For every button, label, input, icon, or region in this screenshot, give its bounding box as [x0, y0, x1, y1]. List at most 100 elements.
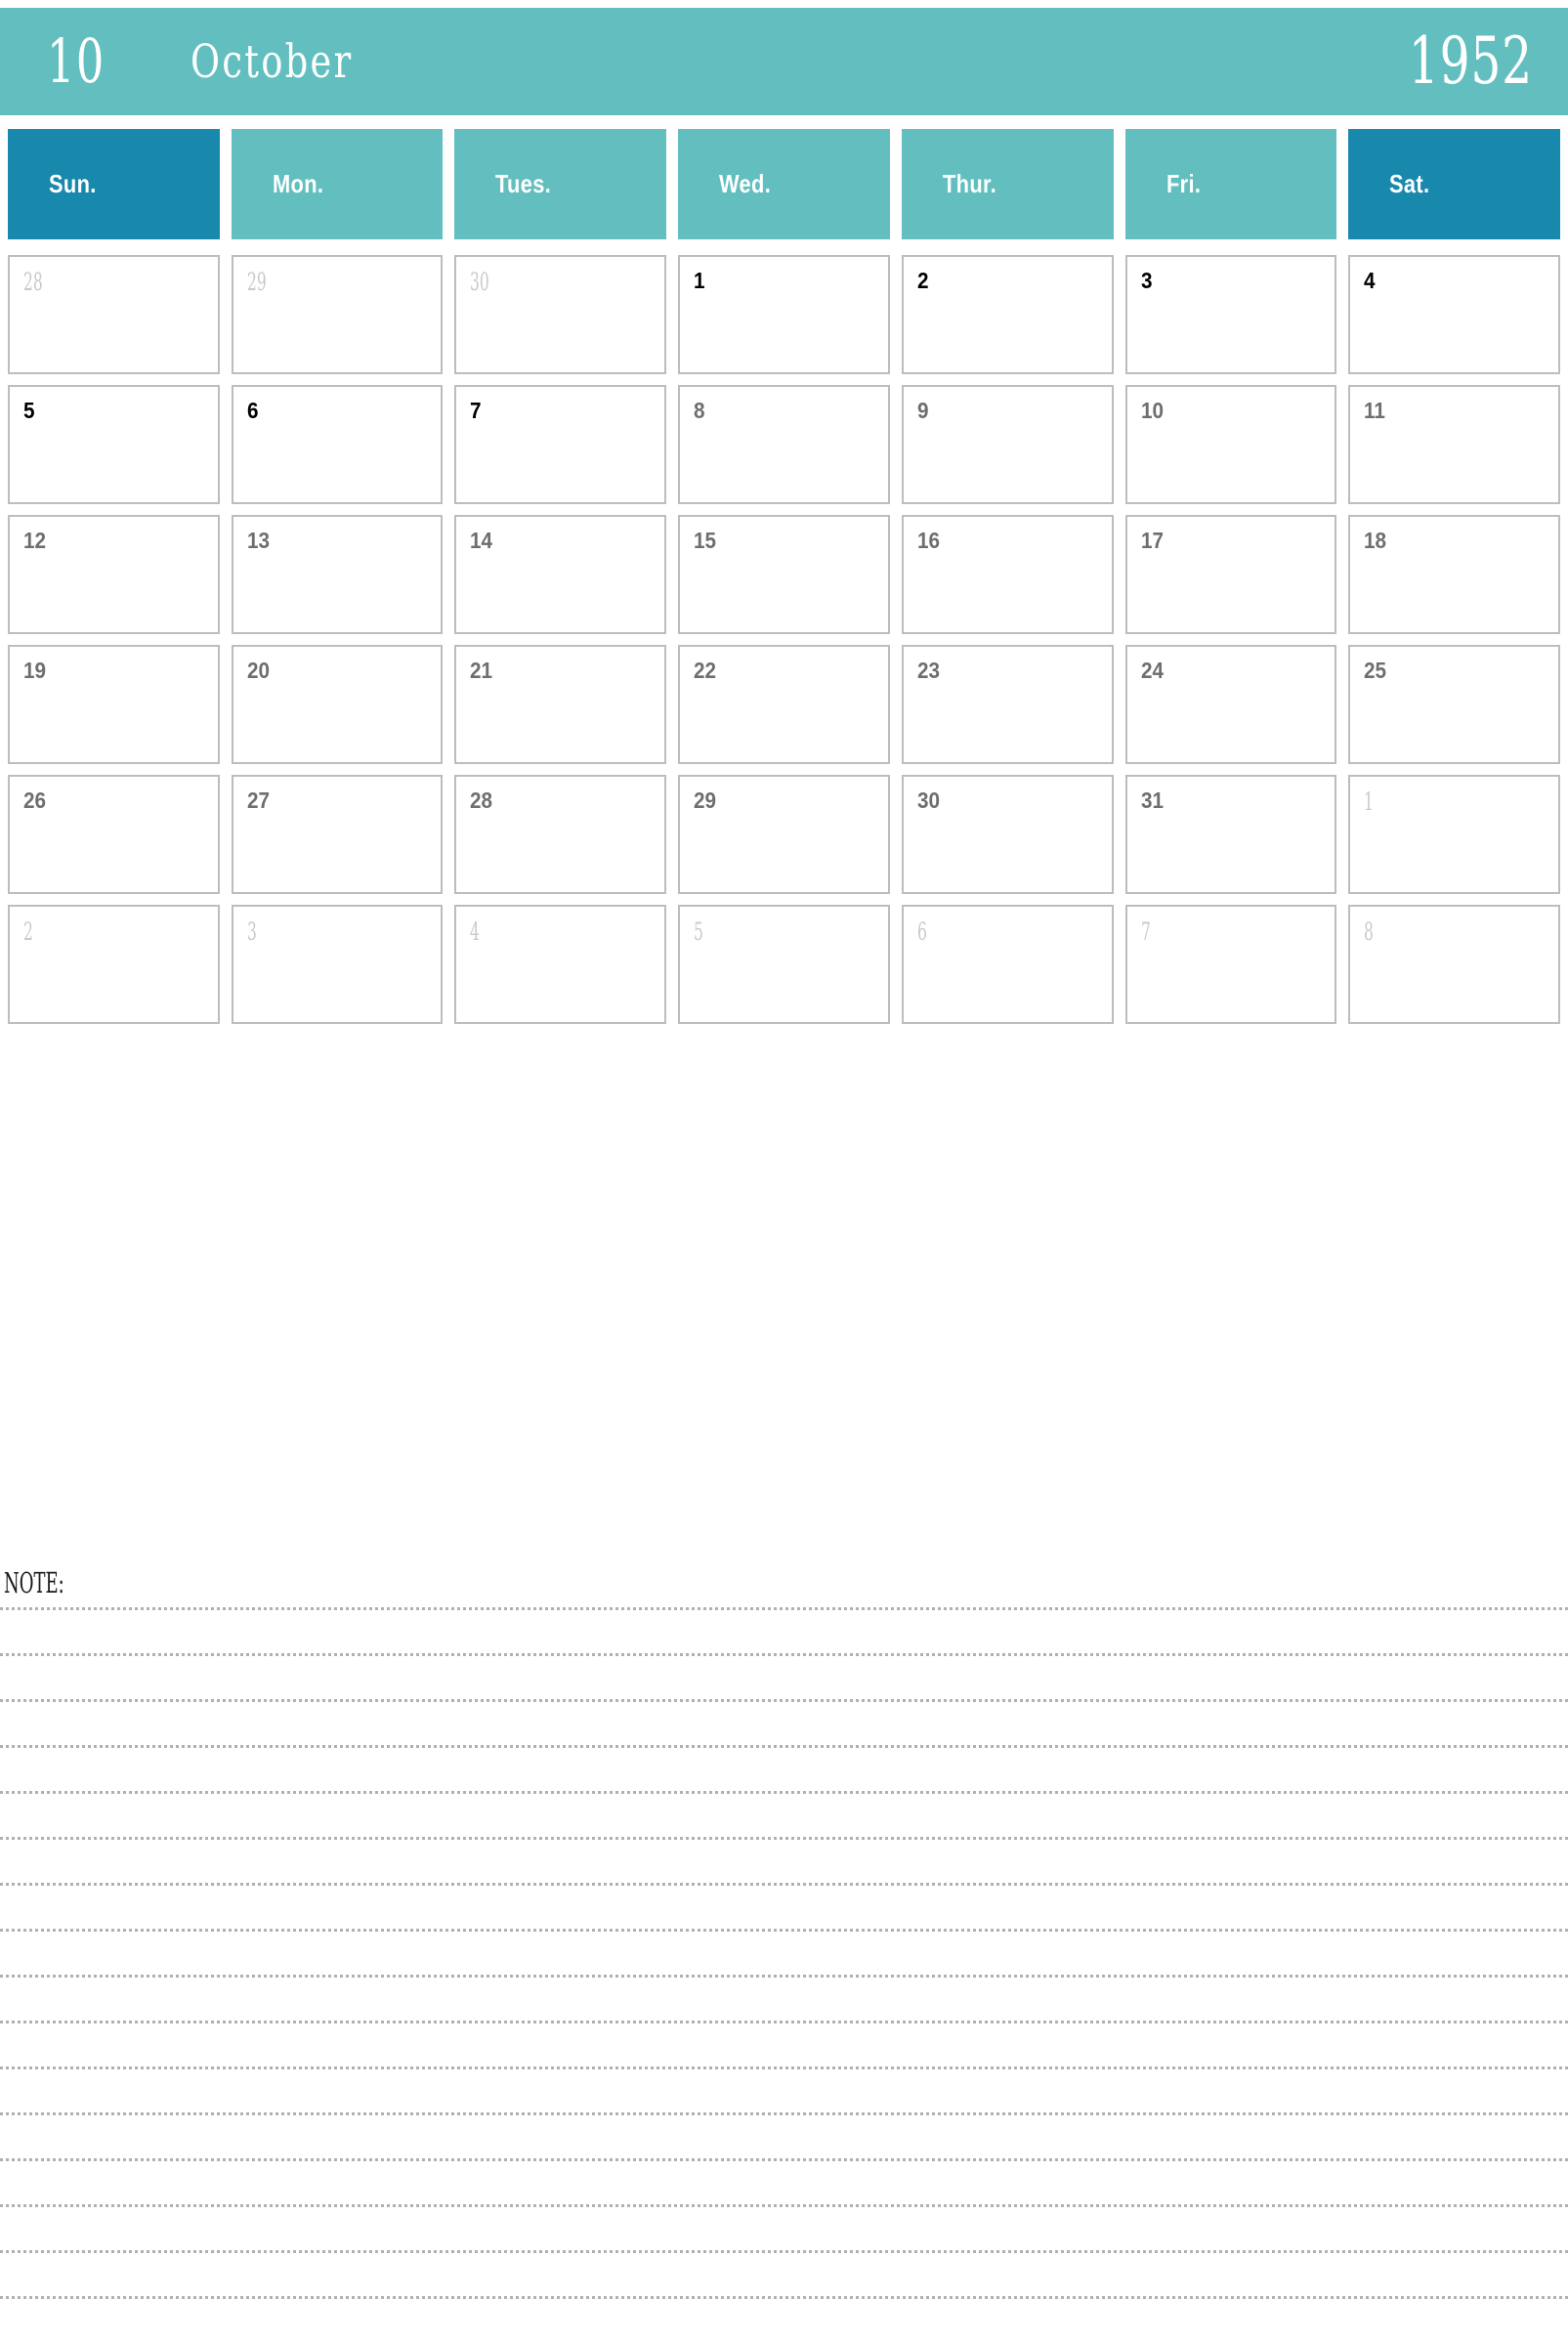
note-write-line[interactable]: [0, 2296, 1568, 2342]
calendar-day-cell[interactable]: 1: [1348, 775, 1560, 894]
calendar-day-number: 12: [23, 528, 47, 553]
note-write-line[interactable]: [0, 1699, 1568, 1745]
note-write-line[interactable]: [0, 1883, 1568, 1929]
calendar-day-cell[interactable]: 17: [1124, 515, 1337, 634]
calendar-day-cell[interactable]: 12: [8, 515, 220, 634]
calendar-day-number: 8: [694, 398, 705, 423]
note-write-line[interactable]: [0, 2021, 1568, 2066]
calendar-day-number: 4: [1364, 268, 1376, 293]
calendar-day-number: 31: [1140, 788, 1164, 813]
calendar-day-number: 30: [470, 268, 490, 296]
calendar-week-row: 2 3 4 5 6 7 8: [8, 905, 1560, 1024]
calendar-day-number: 5: [694, 917, 704, 946]
weekday-header-label: Sun.: [49, 169, 97, 198]
note-write-line[interactable]: [0, 2112, 1568, 2158]
note-write-line[interactable]: [0, 2066, 1568, 2112]
calendar-day-number: 3: [1140, 268, 1153, 293]
calendar-day-cell[interactable]: 4: [1348, 255, 1560, 374]
calendar-day-cell[interactable]: 6: [231, 385, 444, 504]
calendar-day-cell[interactable]: 4: [454, 905, 667, 1024]
calendar-day-cell[interactable]: 24: [1124, 645, 1337, 764]
calendar-day-cell[interactable]: 2: [8, 905, 220, 1024]
calendar-grid: Sun. Mon. Tues. Wed. Thur. Fri. Sat. 28 29 30 1 2 3…: [8, 129, 1560, 1035]
calendar-day-cell[interactable]: 31: [1124, 775, 1337, 894]
calendar-day-cell[interactable]: 27: [231, 775, 444, 894]
calendar-day-cell[interactable]: 8: [1348, 905, 1560, 1024]
calendar-day-cell[interactable]: 29: [231, 255, 444, 374]
calendar-day-cell[interactable]: 25: [1348, 645, 1560, 764]
calendar-day-cell[interactable]: 3: [231, 905, 444, 1024]
calendar-day-number: 6: [916, 917, 927, 946]
note-write-line[interactable]: [0, 1745, 1568, 1791]
calendar-day-cell[interactable]: 18: [1348, 515, 1560, 634]
calendar-day-cell[interactable]: 15: [678, 515, 890, 634]
note-write-line[interactable]: [0, 1975, 1568, 2021]
calendar-day-cell[interactable]: 21: [454, 645, 667, 764]
calendar-day-number: 5: [23, 398, 35, 423]
calendar-day-cell[interactable]: 16: [901, 515, 1114, 634]
calendar-day-number: 26: [23, 788, 47, 813]
note-write-line[interactable]: [0, 1607, 1568, 1653]
calendar-day-cell[interactable]: 6: [901, 905, 1114, 1024]
calendar-day-cell[interactable]: 30: [454, 255, 667, 374]
calendar-day-cell[interactable]: 3: [1124, 255, 1337, 374]
calendar-day-number: 13: [246, 528, 270, 553]
calendar-day-number: 23: [916, 658, 940, 683]
calendar-page: 10 October 1952 Sun. Mon. Tues. Wed. Thur. Fr…: [0, 0, 1568, 2299]
calendar-day-cell[interactable]: 26: [8, 775, 220, 894]
calendar-day-number: 2: [916, 268, 929, 293]
weekday-header-row: Sun. Mon. Tues. Wed. Thur. Fri. Sat.: [8, 129, 1560, 239]
calendar-day-cell[interactable]: 19: [8, 645, 220, 764]
calendar-day-cell[interactable]: 13: [231, 515, 444, 634]
note-write-line[interactable]: [0, 1653, 1568, 1699]
calendar-day-cell[interactable]: 7: [454, 385, 667, 504]
calendar-day-number: 21: [470, 658, 493, 683]
note-write-line[interactable]: [0, 1791, 1568, 1837]
calendar-day-cell[interactable]: 28: [8, 255, 220, 374]
calendar-day-number: 29: [694, 788, 717, 813]
calendar-day-cell[interactable]: 5: [8, 385, 220, 504]
calendar-day-number: 20: [246, 658, 270, 683]
calendar-week-row: 19 20 21 22 23 24 25: [8, 645, 1560, 764]
calendar-day-cell[interactable]: 2: [901, 255, 1114, 374]
calendar-day-cell[interactable]: 5: [678, 905, 890, 1024]
weekday-header-sun: Sun.: [8, 129, 220, 239]
year-label: 1952: [1408, 23, 1533, 99]
month-number: 10: [47, 25, 106, 97]
calendar-day-cell[interactable]: 9: [901, 385, 1114, 504]
note-write-line[interactable]: [0, 2204, 1568, 2250]
month-name: October: [190, 34, 354, 89]
calendar-week-row: 12 13 14 15 16 17 18: [8, 515, 1560, 634]
weekday-header-mon: Mon.: [231, 129, 444, 239]
weekday-header-thur: Thur.: [901, 129, 1114, 239]
calendar-day-number: 16: [916, 528, 940, 553]
note-write-line[interactable]: [0, 2250, 1568, 2296]
calendar-day-cell[interactable]: 29: [678, 775, 890, 894]
calendar-day-number: 7: [1140, 917, 1151, 946]
weekday-header-label: Sat.: [1389, 169, 1430, 198]
calendar-day-cell[interactable]: 30: [901, 775, 1114, 894]
calendar-day-cell[interactable]: 1: [678, 255, 890, 374]
calendar-day-cell[interactable]: 11: [1348, 385, 1560, 504]
calendar-day-cell[interactable]: 23: [901, 645, 1114, 764]
calendar-day-cell[interactable]: 7: [1124, 905, 1337, 1024]
calendar-day-cell[interactable]: 28: [454, 775, 667, 894]
weekday-header-label: Wed.: [719, 169, 772, 198]
note-write-line[interactable]: [0, 1929, 1568, 1975]
calendar-day-number: 4: [470, 917, 481, 946]
calendar-day-cell[interactable]: 20: [231, 645, 444, 764]
calendar-day-cell[interactable]: 10: [1124, 385, 1337, 504]
calendar-day-number: 22: [694, 658, 717, 683]
calendar-day-number: 6: [246, 398, 259, 423]
note-write-line[interactable]: [0, 1837, 1568, 1883]
note-lines: [0, 1607, 1568, 2342]
note-write-line[interactable]: [0, 2158, 1568, 2204]
calendar-day-number: 15: [694, 528, 717, 553]
calendar-day-number: 10: [1140, 398, 1164, 423]
weekday-header-fri: Fri.: [1124, 129, 1337, 239]
calendar-day-cell[interactable]: 14: [454, 515, 667, 634]
calendar-day-number: 8: [1364, 917, 1375, 946]
calendar-day-cell[interactable]: 22: [678, 645, 890, 764]
calendar-day-cell[interactable]: 8: [678, 385, 890, 504]
weekday-header-label: Tues.: [495, 169, 552, 198]
